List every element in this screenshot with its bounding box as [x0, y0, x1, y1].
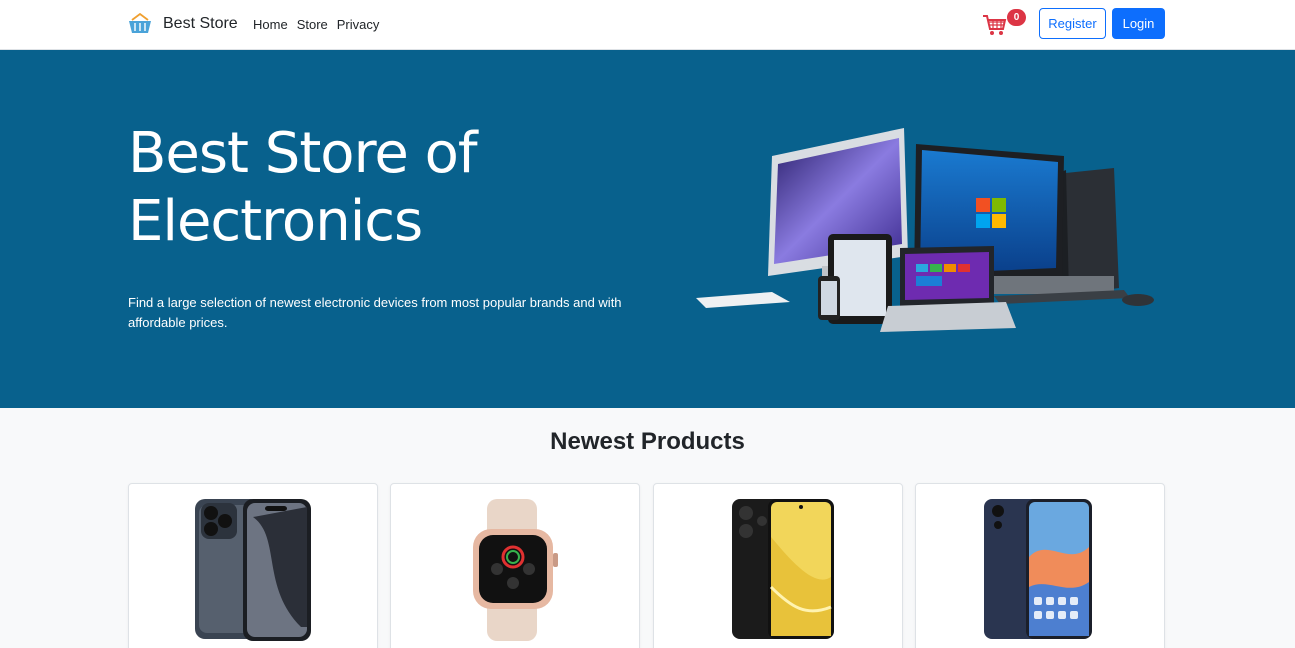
cart-count-badge: 0	[1007, 9, 1026, 26]
nav-privacy-link[interactable]: Privacy	[337, 17, 380, 32]
product-card[interactable]	[390, 483, 640, 648]
product-card[interactable]	[915, 483, 1165, 648]
newest-products-title: Newest Products	[550, 428, 745, 455]
login-button[interactable]: Login	[1112, 8, 1165, 39]
basket-logo-icon[interactable]	[128, 13, 152, 35]
product-card[interactable]	[653, 483, 903, 648]
brand-name[interactable]: Best Store	[163, 15, 238, 33]
smartwatch-product-image[interactable]	[443, 497, 587, 641]
hero-title: Best Store of Electronics	[128, 121, 478, 254]
oppo-phone-product-image[interactable]	[968, 497, 1112, 641]
hero-description: Find a large selection of newest electro…	[128, 295, 622, 330]
shopping-cart-icon[interactable]	[982, 12, 1008, 38]
iphone-product-image[interactable]	[181, 497, 325, 641]
realme-phone-product-image[interactable]	[706, 497, 850, 641]
product-card[interactable]	[128, 483, 378, 648]
register-button[interactable]: Register	[1039, 8, 1106, 39]
hero-section: Best Store of Electronics Find a large s…	[0, 50, 1295, 408]
electronics-devices-image	[696, 128, 1154, 332]
nav-store-link[interactable]: Store	[297, 17, 328, 32]
nav-home-link[interactable]: Home	[253, 17, 288, 32]
nav-links: Home Store Privacy	[253, 17, 388, 32]
navbar: Best Store Home Store Privacy 0 Register…	[0, 0, 1295, 50]
